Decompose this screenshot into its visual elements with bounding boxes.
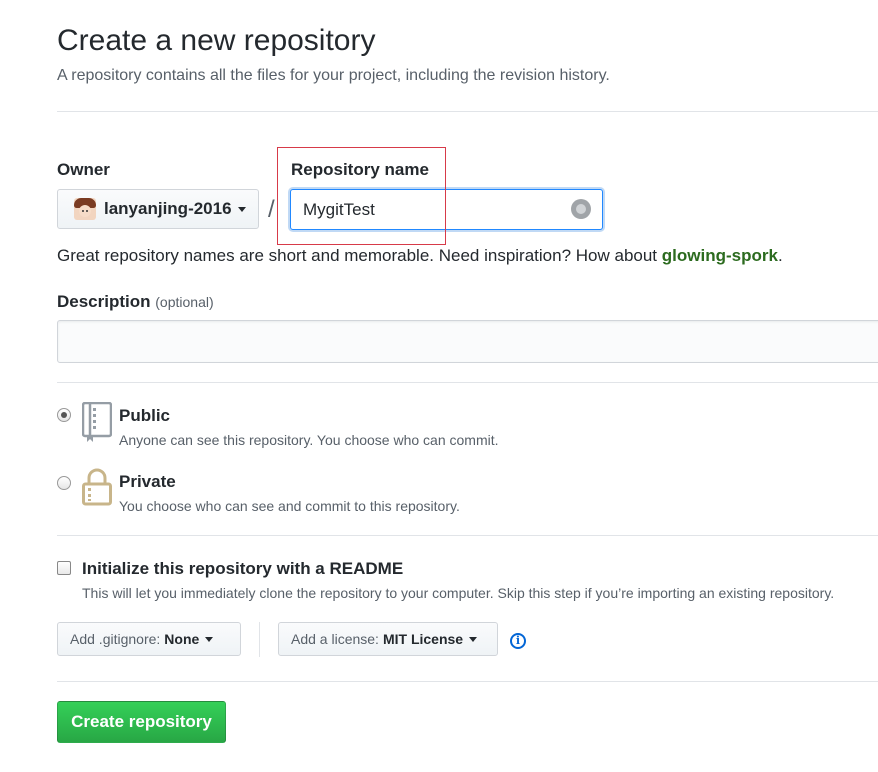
owner-select-button[interactable]: lanyanjing-2016 [57, 189, 259, 229]
repo-book-icon [82, 402, 112, 442]
license-label: Add a license: [291, 631, 379, 647]
optional-label: (optional) [155, 294, 214, 310]
page-title: Create a new repository [57, 24, 376, 57]
license-value: MIT License [382, 631, 464, 647]
owner-name: lanyanjing-2016 [104, 199, 232, 218]
hint-end: . [777, 246, 783, 265]
description-input[interactable] [57, 320, 878, 363]
private-radio[interactable] [57, 476, 71, 490]
description-label: Description (optional) [57, 292, 214, 312]
grammarly-icon[interactable] [571, 199, 591, 219]
private-title: Private [119, 472, 176, 491]
info-icon[interactable]: i [510, 633, 526, 649]
page-subtitle: A repository contains all the files for … [57, 67, 610, 84]
repo-name-hint: Great repository names are short and mem… [57, 246, 783, 266]
chevron-down-icon [205, 636, 214, 642]
public-radio[interactable] [57, 408, 71, 422]
public-desc: Anyone can see this repository. You choo… [119, 432, 499, 448]
annotation-highlight-box [277, 147, 446, 245]
description-label-text: Description [57, 292, 151, 311]
vertical-divider [259, 622, 260, 657]
license-select-button[interactable]: Add a license: MIT License [278, 622, 498, 656]
lock-icon [82, 468, 112, 506]
chevron-down-icon [237, 206, 246, 212]
readme-checkbox[interactable] [57, 561, 71, 575]
divider [57, 681, 878, 682]
gitignore-label: Add .gitignore: [70, 631, 161, 647]
readme-title: Initialize this repository with a README [82, 559, 404, 578]
suggestion-link[interactable]: glowing-spork [662, 246, 778, 265]
owner-repo-separator: / [268, 196, 275, 223]
divider [57, 382, 878, 383]
private-desc: You choose who can see and commit to thi… [119, 498, 460, 514]
gitignore-select-button[interactable]: Add .gitignore: None [57, 622, 241, 656]
hint-text: Great repository names are short and mem… [57, 246, 662, 265]
public-title: Public [119, 406, 171, 425]
divider [57, 111, 878, 112]
create-repository-button[interactable]: Create repository [57, 701, 226, 743]
chevron-down-icon [469, 636, 478, 642]
avatar [74, 198, 96, 220]
create-repo-page: Create a new repository A repository con… [0, 0, 878, 772]
readme-desc: This will let you immediately clone the … [82, 585, 835, 601]
gitignore-value: None [164, 631, 200, 647]
owner-label: Owner [57, 160, 110, 179]
divider [57, 535, 878, 536]
